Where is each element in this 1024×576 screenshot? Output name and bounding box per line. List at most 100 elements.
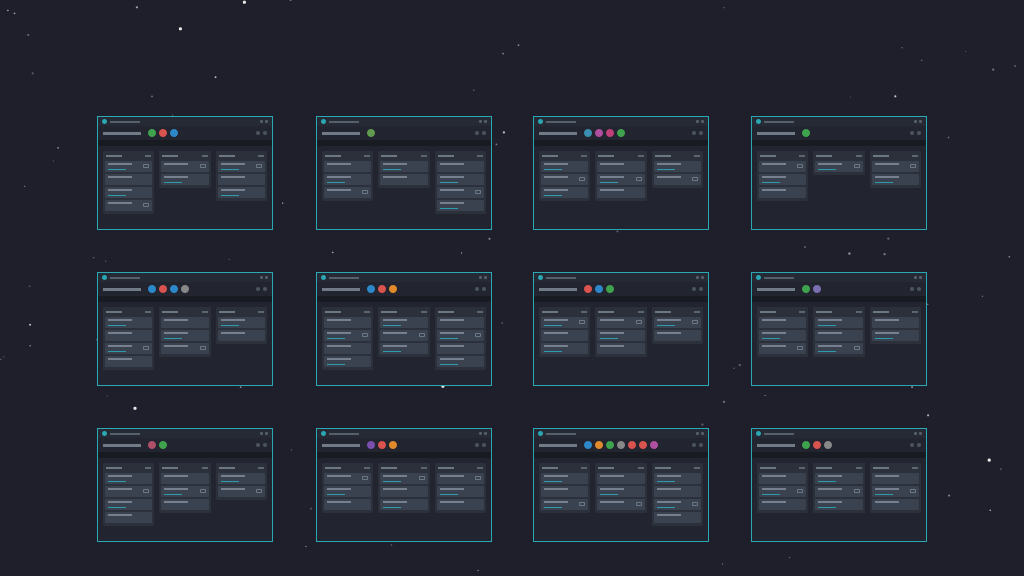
list-column[interactable] bbox=[813, 463, 865, 513]
list-column[interactable] bbox=[434, 463, 486, 513]
more-icon[interactable] bbox=[917, 131, 921, 135]
card[interactable] bbox=[161, 473, 209, 484]
card[interactable] bbox=[217, 473, 265, 484]
close-icon[interactable] bbox=[701, 120, 704, 123]
more-icon[interactable] bbox=[699, 131, 703, 135]
list-menu-icon[interactable] bbox=[257, 155, 264, 157]
card[interactable] bbox=[324, 473, 372, 484]
minimize-icon[interactable] bbox=[914, 276, 917, 279]
minimize-icon[interactable] bbox=[479, 120, 482, 123]
more-icon[interactable] bbox=[917, 287, 921, 291]
list-menu-icon[interactable] bbox=[637, 467, 644, 469]
list-column[interactable] bbox=[159, 307, 211, 357]
list-menu-icon[interactable] bbox=[637, 311, 644, 313]
list-menu-icon[interactable] bbox=[799, 467, 806, 469]
list-column[interactable] bbox=[322, 463, 374, 513]
board-thumbnail[interactable] bbox=[97, 116, 273, 230]
member-avatar-icon[interactable] bbox=[181, 285, 189, 293]
minimize-icon[interactable] bbox=[696, 276, 699, 279]
member-avatar-icon[interactable] bbox=[367, 441, 375, 449]
member-avatar-icon[interactable] bbox=[606, 129, 614, 137]
card[interactable] bbox=[324, 330, 372, 341]
list-menu-icon[interactable] bbox=[257, 467, 264, 469]
list-column[interactable] bbox=[757, 151, 809, 201]
list-column[interactable] bbox=[539, 463, 591, 513]
card[interactable] bbox=[324, 317, 372, 328]
card[interactable] bbox=[871, 174, 919, 185]
list-column[interactable] bbox=[434, 151, 486, 214]
list-menu-icon[interactable] bbox=[855, 311, 862, 313]
card[interactable] bbox=[541, 486, 589, 497]
card[interactable] bbox=[541, 174, 589, 185]
list-menu-icon[interactable] bbox=[911, 311, 918, 313]
card[interactable] bbox=[541, 161, 589, 172]
card[interactable] bbox=[815, 486, 863, 497]
minimize-icon[interactable] bbox=[260, 276, 263, 279]
card[interactable] bbox=[161, 174, 209, 185]
list-column[interactable] bbox=[434, 307, 486, 370]
card[interactable] bbox=[436, 187, 484, 198]
member-avatar-icon[interactable] bbox=[148, 441, 156, 449]
card[interactable] bbox=[105, 343, 153, 354]
card[interactable] bbox=[161, 343, 209, 354]
card[interactable] bbox=[653, 317, 701, 328]
member-avatar-icon[interactable] bbox=[595, 285, 603, 293]
board-thumbnail[interactable] bbox=[97, 428, 273, 542]
card[interactable] bbox=[759, 343, 807, 354]
member-avatar-icon[interactable] bbox=[584, 441, 592, 449]
menu-icon[interactable] bbox=[256, 287, 260, 291]
card[interactable] bbox=[105, 512, 153, 523]
board-thumbnail[interactable] bbox=[751, 116, 927, 230]
member-avatar-icon[interactable] bbox=[813, 441, 821, 449]
card[interactable] bbox=[815, 499, 863, 510]
card[interactable] bbox=[815, 161, 863, 172]
board-thumbnail[interactable] bbox=[533, 428, 709, 542]
card[interactable] bbox=[436, 174, 484, 185]
member-avatar-icon[interactable] bbox=[802, 441, 810, 449]
card[interactable] bbox=[436, 200, 484, 211]
card[interactable] bbox=[380, 499, 428, 510]
card[interactable] bbox=[541, 343, 589, 354]
card[interactable] bbox=[597, 174, 645, 185]
close-icon[interactable] bbox=[919, 120, 922, 123]
member-avatar-icon[interactable] bbox=[148, 285, 156, 293]
card[interactable] bbox=[759, 174, 807, 185]
list-column[interactable] bbox=[103, 151, 155, 214]
card[interactable] bbox=[217, 187, 265, 198]
card[interactable] bbox=[105, 317, 153, 328]
card[interactable] bbox=[759, 473, 807, 484]
card[interactable] bbox=[871, 486, 919, 497]
minimize-icon[interactable] bbox=[260, 432, 263, 435]
card[interactable] bbox=[653, 174, 701, 185]
card[interactable] bbox=[597, 499, 645, 510]
list-column[interactable] bbox=[651, 151, 703, 188]
list-menu-icon[interactable] bbox=[420, 311, 427, 313]
card[interactable] bbox=[436, 161, 484, 172]
close-icon[interactable] bbox=[701, 276, 704, 279]
card[interactable] bbox=[597, 343, 645, 354]
more-icon[interactable] bbox=[699, 287, 703, 291]
list-column[interactable] bbox=[103, 307, 155, 370]
list-menu-icon[interactable] bbox=[364, 467, 371, 469]
card[interactable] bbox=[653, 330, 701, 341]
menu-icon[interactable] bbox=[910, 443, 914, 447]
minimize-icon[interactable] bbox=[914, 432, 917, 435]
card[interactable] bbox=[105, 161, 153, 172]
card[interactable] bbox=[541, 317, 589, 328]
card[interactable] bbox=[436, 317, 484, 328]
card[interactable] bbox=[815, 473, 863, 484]
member-avatar-icon[interactable] bbox=[824, 441, 832, 449]
minimize-icon[interactable] bbox=[479, 276, 482, 279]
board-thumbnail[interactable] bbox=[751, 272, 927, 386]
card[interactable] bbox=[217, 330, 265, 341]
member-avatar-icon[interactable] bbox=[378, 285, 386, 293]
more-icon[interactable] bbox=[482, 443, 486, 447]
card[interactable] bbox=[871, 161, 919, 172]
list-column[interactable] bbox=[869, 463, 921, 513]
list-menu-icon[interactable] bbox=[581, 155, 588, 157]
card[interactable] bbox=[653, 486, 701, 497]
list-menu-icon[interactable] bbox=[799, 155, 806, 157]
menu-icon[interactable] bbox=[692, 443, 696, 447]
list-column[interactable] bbox=[159, 151, 211, 188]
card[interactable] bbox=[105, 174, 153, 185]
